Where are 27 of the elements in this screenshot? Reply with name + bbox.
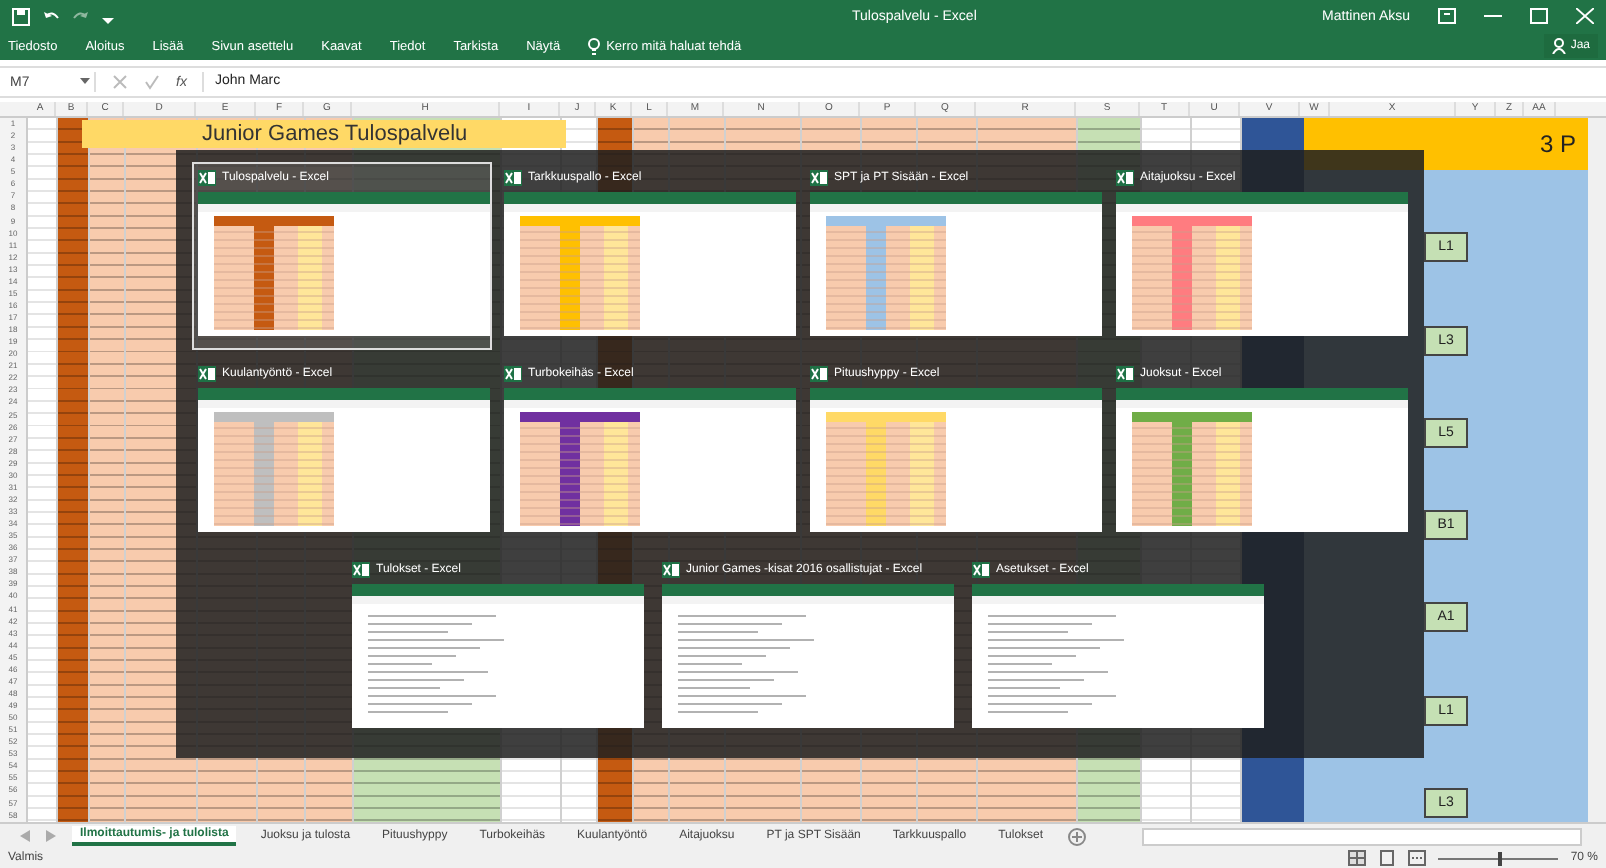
close-icon[interactable]	[1576, 8, 1594, 24]
normal-view-icon[interactable]	[1348, 850, 1367, 866]
ribbon-display-icon[interactable]	[1438, 8, 1456, 24]
page-layout-icon[interactable]	[1378, 850, 1397, 866]
save-icon[interactable]	[12, 7, 30, 25]
horizontal-scrollbar[interactable]	[1141, 827, 1582, 845]
person-icon	[1552, 38, 1567, 54]
vertical-scrollbar[interactable]	[1586, 118, 1606, 822]
page-break-icon[interactable]	[1408, 850, 1427, 866]
excel-icon	[662, 561, 680, 577]
excel-icon	[352, 561, 370, 577]
dropdown-icon	[80, 78, 90, 86]
add-sheet-icon[interactable]	[1067, 827, 1086, 845]
excel-icon	[810, 365, 828, 381]
check-icon[interactable]	[144, 74, 160, 90]
slider-thumb[interactable]	[1498, 851, 1503, 865]
excel-icon	[972, 561, 990, 577]
excel-icon	[1116, 169, 1134, 185]
excel-icon	[504, 169, 522, 185]
maximize-icon[interactable]	[1530, 8, 1548, 24]
sheet-title: Junior Games Tulospalvelu	[82, 120, 566, 148]
excel-icon	[810, 169, 828, 185]
excel-icon	[1116, 365, 1134, 381]
lightbulb-icon	[588, 37, 601, 55]
excel-icon	[198, 169, 216, 185]
excel-icon	[504, 365, 522, 381]
excel-icon	[198, 365, 216, 381]
